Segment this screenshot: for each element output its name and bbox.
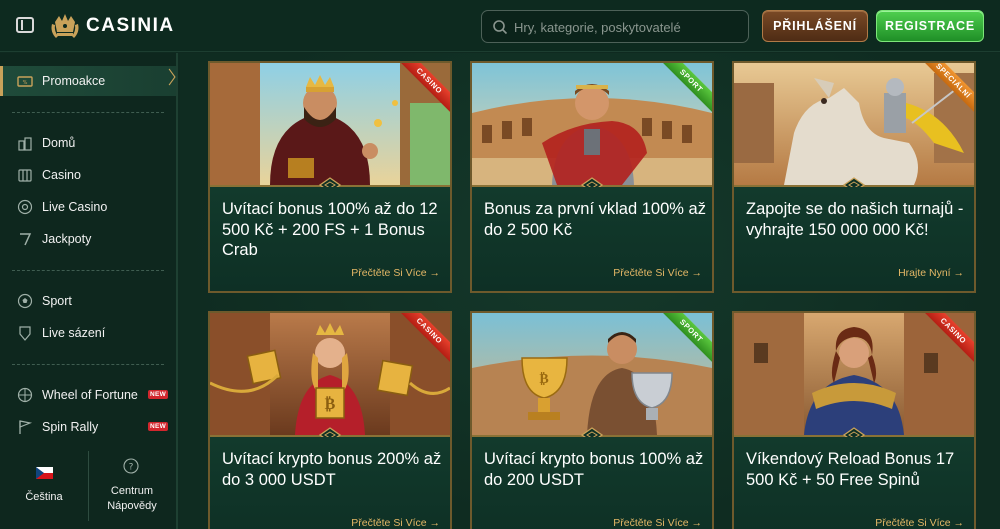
- live-casino-icon: [17, 199, 33, 215]
- promo-title: Uvítací bonus 100% až do 12 500 Kč + 200…: [222, 200, 438, 259]
- sidebar-item-spin-rally[interactable]: Spin Rally NEW: [0, 412, 176, 442]
- read-more-link[interactable]: Přečtěte Si Více →: [351, 267, 440, 279]
- search-box[interactable]: [481, 10, 749, 43]
- login-button[interactable]: PŘIHLÁŠENÍ: [762, 10, 868, 42]
- sidebar-item-casino[interactable]: Casino: [0, 160, 176, 190]
- card-body: Uvítací krypto bonus 200% až do 3 000 US…: [210, 437, 450, 529]
- play-now-link[interactable]: Hrajte Nyní →: [898, 267, 964, 279]
- help-icon: ?: [123, 458, 139, 474]
- category-ribbon: SPORT: [658, 313, 712, 367]
- read-more-link[interactable]: Přečtěte Si Více →: [875, 517, 964, 529]
- ribbon-label: SPORT: [658, 63, 712, 117]
- sidebar-item-live-casino[interactable]: Live Casino: [0, 192, 176, 222]
- category-ribbon: CASINO: [396, 63, 450, 117]
- help-label-line2: Nápovědy: [107, 500, 157, 512]
- sidebar-item-live-betting[interactable]: Live sázení: [0, 318, 176, 348]
- promo-card[interactable]: SPECIÁLNÍ Zapojte se do našich turnajů -…: [732, 61, 976, 293]
- sidebar-item-sport[interactable]: Sport: [0, 286, 176, 316]
- sidebar-item-promotions[interactable]: % Promoakce: [0, 66, 176, 96]
- promo-card[interactable]: ₿ SPORT Uvítací krypto bonus 100% až do …: [470, 311, 714, 529]
- category-ribbon: SPECIÁLNÍ: [920, 63, 974, 117]
- sidebar-item-label: Jackpoty: [42, 232, 92, 246]
- ribbon-label: CASINO: [396, 63, 450, 117]
- sidebar-item-label: Promoakce: [42, 74, 106, 88]
- chevron-right-icon: [168, 68, 176, 86]
- promo-card[interactable]: CASINO Uvítací bonus 100% až do 12 500 K…: [208, 61, 452, 293]
- read-more-link[interactable]: Přečtěte Si Více →: [613, 267, 702, 279]
- sidebar: % Promoakce Domů Casino Live Casino Jack…: [0, 53, 178, 529]
- register-button[interactable]: REGISTRACE: [876, 10, 984, 42]
- svg-text:%: %: [23, 80, 28, 86]
- language-selector[interactable]: Čeština: [0, 449, 88, 529]
- promotions-grid: CASINO Uvítací bonus 100% až do 12 500 K…: [180, 53, 1000, 529]
- sidebar-item-wheel-of-fortune[interactable]: Wheel of Fortune NEW: [0, 380, 176, 410]
- promo-title: Uvítací krypto bonus 100% až do 200 USDT: [484, 450, 704, 489]
- sport-icon: [17, 293, 33, 309]
- flag-icon: [19, 420, 33, 434]
- sidebar-item-label: Live Casino: [42, 200, 108, 214]
- casino-icon: [18, 169, 32, 182]
- brand-name[interactable]: CASINIA: [86, 15, 175, 37]
- sidebar-item-label: Sport: [42, 294, 72, 308]
- search-icon: [493, 20, 508, 35]
- crown-logo-icon[interactable]: [50, 10, 80, 42]
- sidebar-item-label: Domů: [42, 136, 76, 150]
- sidebar-item-home[interactable]: Domů: [0, 128, 176, 158]
- ribbon-label: CASINO: [920, 313, 974, 367]
- category-ribbon: CASINO: [920, 313, 974, 367]
- ribbon-label: CASINO: [396, 313, 450, 367]
- category-ribbon: CASINO: [396, 313, 450, 367]
- jackpot-icon: [20, 233, 32, 246]
- sidebar-divider: [12, 270, 164, 271]
- language-label: Čeština: [25, 491, 63, 503]
- ribbon-label: SPECIÁLNÍ: [920, 63, 974, 117]
- sidebar-divider: [12, 364, 164, 365]
- ribbon-label: SPORT: [658, 313, 712, 367]
- promo-title: Uvítací krypto bonus 200% až do 3 000 US…: [222, 450, 442, 489]
- promo-card[interactable]: SPORT Bonus za první vklad 100% až do 2 …: [470, 61, 714, 293]
- card-body: Bonus za první vklad 100% až do 2 500 Kč…: [472, 187, 712, 291]
- promo-card[interactable]: ₿ CASINO Uvítací krypto bonus 200% až do…: [208, 311, 452, 529]
- search-input[interactable]: [514, 17, 742, 37]
- svg-text:?: ?: [129, 463, 134, 473]
- sidebar-footer: Čeština ? Centrum Nápovědy: [0, 449, 176, 529]
- sidebar-item-label: Spin Rally: [42, 420, 99, 434]
- sidebar-item-label: Live sázení: [42, 326, 106, 340]
- sidebar-item-label: Wheel of Fortune: [42, 388, 138, 402]
- home-icon: [18, 137, 32, 151]
- promo-icon: %: [17, 76, 33, 87]
- live-betting-icon: [19, 326, 31, 341]
- sidebar-item-label: Casino: [42, 168, 81, 182]
- promo-title: Víkendový Reload Bonus 17 500 Kč + 50 Fr…: [746, 450, 955, 489]
- sidebar-divider: [12, 112, 164, 113]
- wheel-icon: [17, 387, 33, 403]
- help-label: Centrum Nápovědy: [88, 484, 176, 514]
- help-label-line1: Centrum: [110, 485, 154, 497]
- read-more-link[interactable]: Přečtěte Si Více →: [351, 517, 440, 529]
- sidebar-toggle-icon[interactable]: [16, 17, 34, 33]
- new-badge: NEW: [148, 390, 169, 399]
- sidebar-item-jackpots[interactable]: Jackpoty: [0, 224, 176, 254]
- help-center-link[interactable]: ? Centrum Nápovědy: [88, 449, 176, 529]
- top-header: CASINIA PŘIHLÁŠENÍ REGISTRACE: [0, 0, 1000, 52]
- svg-text:₿: ₿: [539, 371, 548, 387]
- promo-title: Bonus za první vklad 100% až do 2 500 Kč: [484, 200, 706, 239]
- category-ribbon: SPORT: [658, 63, 712, 117]
- card-body: Víkendový Reload Bonus 17 500 Kč + 50 Fr…: [734, 437, 974, 529]
- new-badge: NEW: [148, 422, 169, 431]
- czech-flag-icon: [36, 467, 53, 479]
- card-body: Uvítací krypto bonus 100% až do 200 USDT…: [472, 437, 712, 529]
- svg-text:₿: ₿: [325, 394, 336, 413]
- card-body: Zapojte se do našich turnajů - vyhrajte …: [734, 187, 974, 291]
- promo-card[interactable]: CASINO Víkendový Reload Bonus 17 500 Kč …: [732, 311, 976, 529]
- promo-title: Zapojte se do našich turnajů - vyhrajte …: [746, 200, 964, 239]
- read-more-link[interactable]: Přečtěte Si Více →: [613, 517, 702, 529]
- card-body: Uvítací bonus 100% až do 12 500 Kč + 200…: [210, 187, 450, 291]
